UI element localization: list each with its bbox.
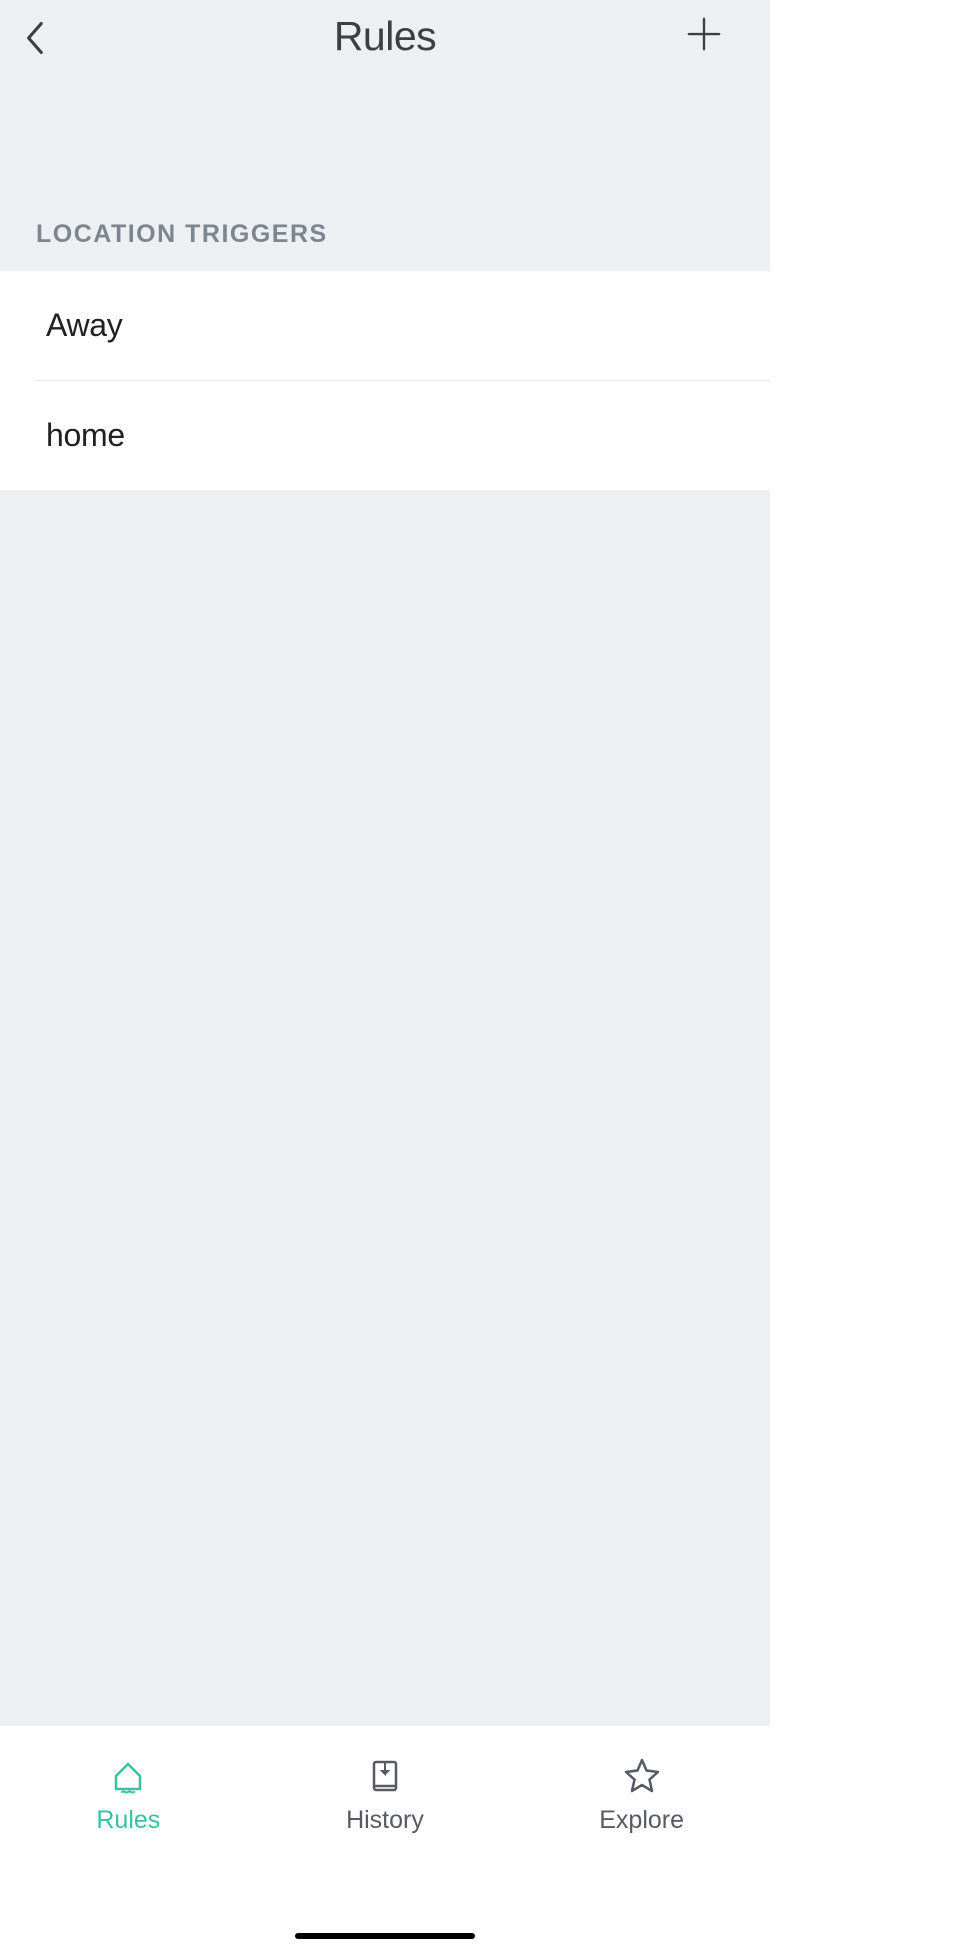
page-title: Rules [334,13,436,60]
header: Rules [0,0,770,72]
chevron-left-icon [23,20,45,56]
rule-label: home [46,417,125,453]
explore-star-icon [620,1754,664,1798]
tab-rules[interactable]: Rules [0,1754,257,1835]
tab-label: History [346,1806,424,1835]
plus-icon [685,15,723,53]
tab-history[interactable]: History [257,1754,514,1835]
history-book-icon [363,1754,407,1798]
rules-list: Away home [0,271,770,490]
rule-item-away[interactable]: Away [0,271,770,380]
add-button[interactable] [682,12,726,56]
right-whitespace [770,0,960,1951]
home-indicator[interactable] [295,1933,475,1939]
section-header: LOCATION TRIGGERS [0,72,770,271]
tab-label: Explore [599,1806,684,1835]
app-screen: Rules LOCATION TRIGGERS Away home Ru [0,0,770,1951]
tab-bar: Rules History Explore [0,1726,770,1871]
back-button[interactable] [14,18,54,58]
rule-label: Away [46,307,122,343]
rule-item-home[interactable]: home [0,381,770,490]
rules-home-icon [106,1754,150,1798]
section-title: LOCATION TRIGGERS [36,220,734,249]
tab-explore[interactable]: Explore [513,1754,770,1835]
content-area [0,490,770,1726]
tab-label: Rules [96,1806,160,1835]
home-indicator-area [0,1871,770,1951]
